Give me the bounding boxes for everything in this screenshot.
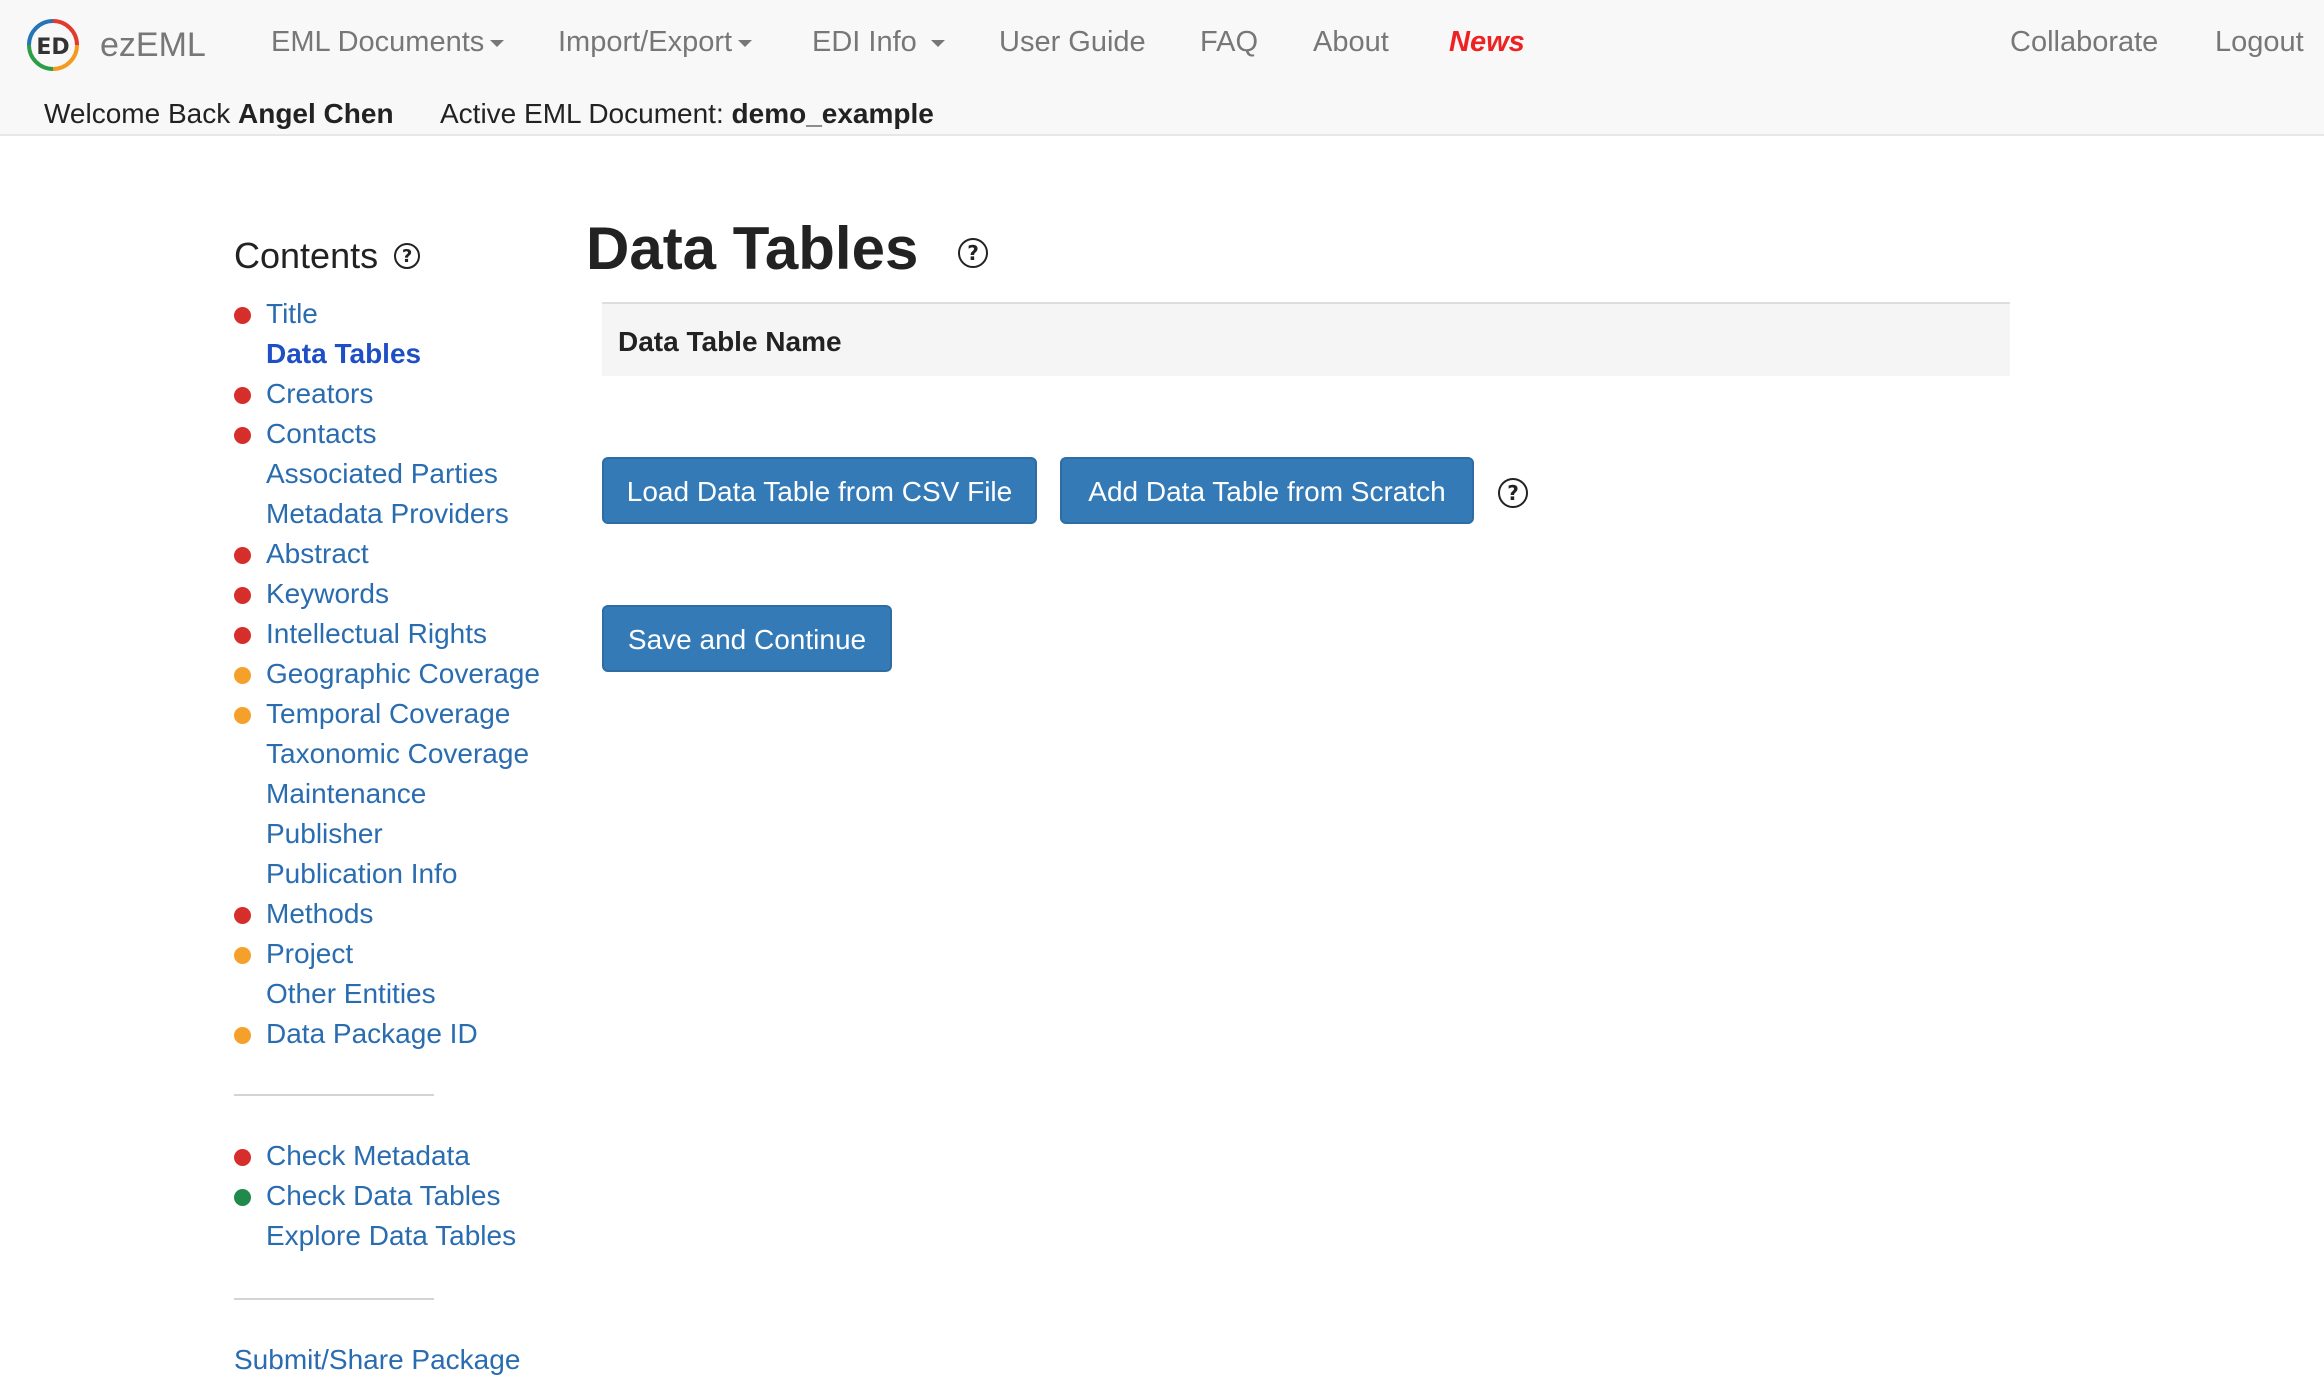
toc-link[interactable]: Title <box>266 298 318 329</box>
contents-sidebar: Contents ? Title Data Tables Creators Co… <box>234 234 564 1380</box>
submit-share-package-link[interactable]: Submit/Share Package <box>234 1344 520 1375</box>
status-dot <box>234 587 251 604</box>
toc-link[interactable]: Methods <box>266 898 373 929</box>
toc-item: Intellectual Rights <box>234 614 564 654</box>
toc-link[interactable]: Other Entities <box>266 978 436 1009</box>
toc-item: Geographic Coverage <box>234 654 564 694</box>
toc-item: Other Entities <box>234 974 564 1014</box>
toc-item: Taxonomic Coverage <box>234 734 564 774</box>
toc-item: Publisher <box>234 814 564 854</box>
check-metadata-link[interactable]: Check Metadata <box>266 1140 470 1171</box>
toc-link[interactable]: Maintenance <box>266 778 426 809</box>
check-item: Explore Data Tables <box>234 1216 564 1256</box>
svg-text:ED: ED <box>36 35 69 60</box>
add-table-scratch-button[interactable]: Add Data Table from Scratch <box>1060 457 1474 524</box>
toc-link[interactable]: Keywords <box>266 578 389 609</box>
toc-link[interactable]: Publisher <box>266 818 383 849</box>
check-data-tables-link[interactable]: Check Data Tables <box>266 1180 501 1211</box>
brand[interactable]: ED ezEML <box>26 17 206 73</box>
toc-item: Title <box>234 294 564 334</box>
help-icon[interactable]: ? <box>394 243 421 269</box>
toc-item: Maintenance <box>234 774 564 814</box>
nav-about[interactable]: About <box>1313 26 1389 59</box>
status-dot <box>234 627 251 644</box>
toc-item: Creators <box>234 374 564 414</box>
caret-down-icon <box>490 39 505 47</box>
toc-item: Methods <box>234 894 564 934</box>
help-icon[interactable]: ? <box>958 238 988 268</box>
status-dot <box>234 907 251 924</box>
submit-list: Submit/Share Package <box>234 1340 564 1380</box>
status-dot <box>234 947 251 964</box>
toc-link[interactable]: Abstract <box>266 538 369 569</box>
nav-edi-info[interactable]: EDI Info <box>812 26 945 59</box>
explore-data-tables-link[interactable]: Explore Data Tables <box>266 1220 516 1251</box>
nav-import-export[interactable]: Import/Export <box>558 26 753 59</box>
nav-user-guide[interactable]: User Guide <box>999 26 1146 59</box>
toc-item: Abstract <box>234 534 564 574</box>
toc-link[interactable]: Temporal Coverage <box>266 698 510 729</box>
sidebar-divider <box>234 1298 434 1300</box>
submit-item: Submit/Share Package <box>234 1340 564 1380</box>
toc-link[interactable]: Taxonomic Coverage <box>266 738 529 769</box>
sidebar-divider <box>234 1094 434 1096</box>
status-dot <box>234 1189 251 1206</box>
edi-logo-icon: ED <box>27 19 79 71</box>
welcome-message: Welcome Back Angel Chen <box>44 98 394 129</box>
nav-collaborate[interactable]: Collaborate <box>2010 26 2158 59</box>
nav-logout[interactable]: Logout <box>2215 26 2304 59</box>
toc-item: Keywords <box>234 574 564 614</box>
nav-eml-documents[interactable]: EML Documents <box>271 26 505 59</box>
toc-link[interactable]: Associated Parties <box>266 458 498 489</box>
check-item: Check Metadata <box>234 1136 564 1176</box>
top-navbar: ED ezEML EML Documents Import/Export EDI… <box>0 0 2324 136</box>
toc-item: Metadata Providers <box>234 494 564 534</box>
toc-item: Project <box>234 934 564 974</box>
status-dot <box>234 547 251 564</box>
toc-link[interactable]: Data Package ID <box>266 1018 478 1049</box>
toc-item: Contacts <box>234 414 564 454</box>
contents-list: Title Data Tables Creators Contacts Asso… <box>234 294 564 1054</box>
toc-link[interactable]: Publication Info <box>266 858 457 889</box>
active-document-name: demo_example <box>731 98 934 129</box>
toc-item: Data Tables <box>234 334 564 374</box>
toc-link[interactable]: Data Tables <box>266 338 421 369</box>
status-dot <box>234 1027 251 1044</box>
status-dot <box>234 707 251 724</box>
caret-down-icon <box>738 39 753 47</box>
load-csv-button[interactable]: Load Data Table from CSV File <box>602 457 1037 524</box>
toc-link[interactable]: Contacts <box>266 418 377 449</box>
data-table-header: Data Table Name <box>602 302 2010 376</box>
nav-faq[interactable]: FAQ <box>1200 26 1258 59</box>
toc-link[interactable]: Project <box>266 938 353 969</box>
page-title: Data Tables <box>586 215 919 282</box>
toc-item: Publication Info <box>234 854 564 894</box>
save-continue-button[interactable]: Save and Continue <box>602 605 892 672</box>
toc-link[interactable]: Geographic Coverage <box>266 658 540 689</box>
nav-news[interactable]: News <box>1449 26 1525 59</box>
status-dot <box>234 667 251 684</box>
check-item: Check Data Tables <box>234 1176 564 1216</box>
user-name: Angel Chen <box>238 98 394 129</box>
toc-item: Data Package ID <box>234 1014 564 1054</box>
toc-item: Associated Parties <box>234 454 564 494</box>
toc-link[interactable]: Metadata Providers <box>266 498 509 529</box>
status-dot <box>234 307 251 324</box>
brand-name: ezEML <box>100 25 206 64</box>
contents-heading: Contents ? <box>234 234 564 278</box>
toc-link[interactable]: Creators <box>266 378 373 409</box>
status-dot <box>234 387 251 404</box>
toc-item: Temporal Coverage <box>234 694 564 734</box>
status-dot <box>234 427 251 444</box>
toc-link[interactable]: Intellectual Rights <box>266 618 487 649</box>
help-icon[interactable]: ? <box>1498 478 1528 508</box>
column-header-data-table-name: Data Table Name <box>618 326 842 357</box>
caret-down-icon <box>930 39 945 47</box>
status-dot <box>234 1149 251 1166</box>
active-document: Active EML Document: demo_example <box>440 98 934 129</box>
check-list: Check Metadata Check Data Tables Explore… <box>234 1136 564 1256</box>
